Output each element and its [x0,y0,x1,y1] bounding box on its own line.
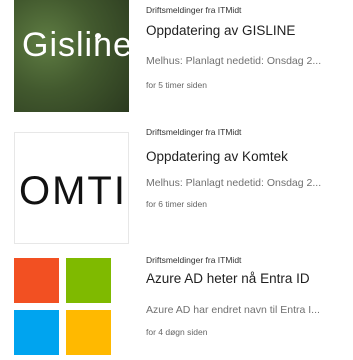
microsoft-logo-green-tile [66,258,111,303]
gisline-thumbnail: Gisline [14,0,129,112]
news-source: Driftsmeldinger fra ITMidt [146,127,242,137]
komtek-logo-text: OMTI [19,169,127,213]
news-snippet: Melhus: Planlagt nedetid: Onsdag 2... [146,177,322,189]
news-feed: Gisline Driftsmeldinger fra ITMidt Oppda… [0,0,353,358]
gisline-logo-dot [95,33,101,39]
news-title[interactable]: Oppdatering av Komtek [146,148,353,165]
news-time: for 5 timer siden [146,80,207,90]
news-snippet: Azure AD har endret navn til Entra I... [146,304,320,316]
microsoft-logo-thumbnail [14,258,117,358]
news-time: for 4 døgn siden [146,327,208,337]
news-item-komtek[interactable]: OMTI Driftsmeldinger fra ITMidt Oppdater… [0,122,353,244]
news-item-entra-id[interactable]: Driftsmeldinger fra ITMidt Azure AD hete… [0,248,353,360]
microsoft-logo-yellow-tile [66,310,111,355]
komtek-thumbnail: OMTI [14,132,129,244]
gisline-logo-text: Gisline [22,26,129,64]
news-title[interactable]: Oppdatering av GISLINE [146,22,353,39]
news-time: for 6 timer siden [146,199,207,209]
news-snippet: Melhus: Planlagt nedetid: Onsdag 2... [146,55,322,67]
news-source: Driftsmeldinger fra ITMidt [146,5,242,15]
news-title[interactable]: Azure AD heter nå Entra ID [146,270,353,287]
microsoft-logo-blue-tile [14,310,59,355]
news-source: Driftsmeldinger fra ITMidt [146,255,242,265]
news-item-gisline[interactable]: Gisline Driftsmeldinger fra ITMidt Oppda… [0,0,353,112]
microsoft-logo-red-tile [14,258,59,303]
